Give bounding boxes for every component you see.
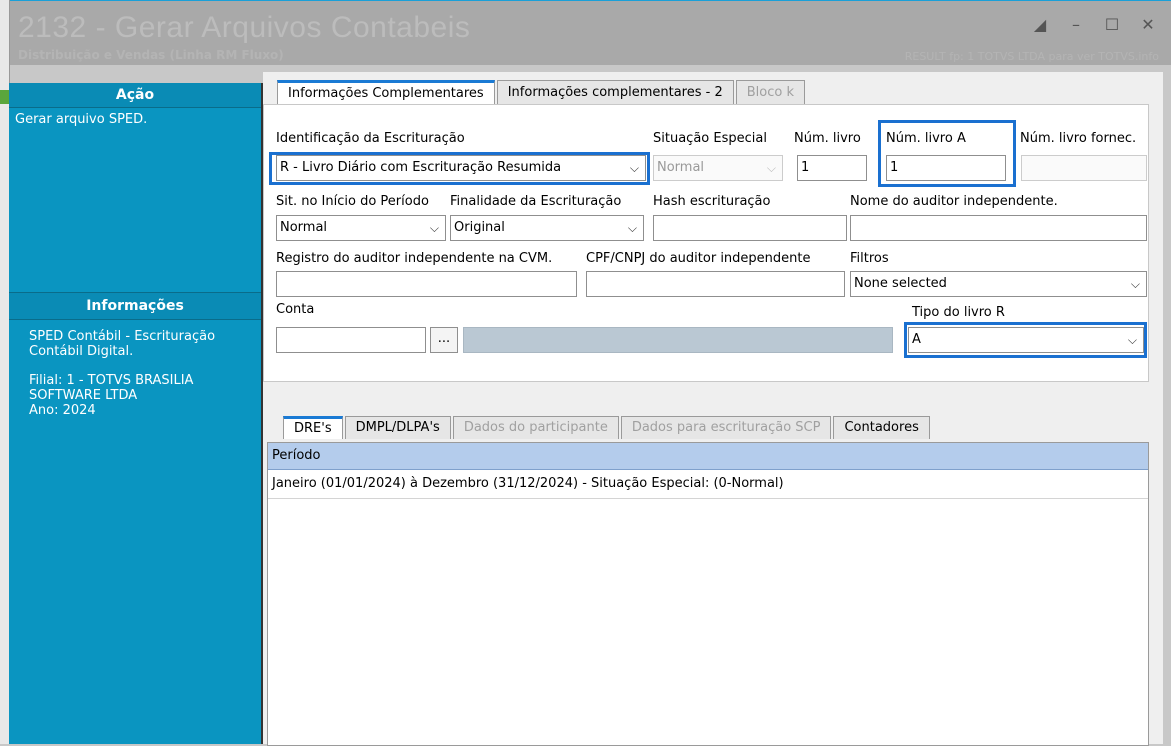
situacao-value: Normal [657, 160, 705, 175]
info-header: Informações [9, 292, 261, 320]
registro-cvm-input[interactable] [276, 271, 577, 297]
auditor-nome-label: Nome do auditor independente. [850, 194, 1058, 209]
tab-dados-participante[interactable]: Dados do participante [452, 416, 619, 439]
highlight-tipo-livro [904, 322, 1147, 358]
conta-lookup-button[interactable]: ... [430, 327, 458, 353]
info-body: SPED Contábil - Escrituração Contábil Di… [29, 329, 259, 432]
finalidade-value: Original [454, 220, 505, 235]
window-title: 2132 - Gerar Arquivos Contabeis [18, 11, 471, 44]
window-subtitle-right: RESULT fp: 1 TOTVS LTDA para ver TOTVS.i… [904, 50, 1159, 63]
num-livro-fornec-label: Núm. livro fornec. [1020, 131, 1137, 146]
table-row[interactable]: Janeiro (01/01/2024) à Dezembro (31/12/2… [268, 470, 1148, 499]
minimize-icon[interactable]: – [1067, 15, 1085, 34]
sit-inicio-label: Sit. no Início do Período [276, 194, 429, 209]
window-subtitle: Distribuição e Vendas (Linha RM Fluxo) [18, 48, 284, 62]
info-line: Filial: 1 - TOTVS BRASILIA SOFTWARE LTDA [29, 373, 194, 403]
maximize-icon[interactable]: ☐ [1103, 15, 1121, 34]
highlight-num-livro-a [878, 120, 1016, 187]
auditor-nome-input[interactable] [850, 215, 1147, 241]
info-line: SPED Contábil - Escrituração Contábil Di… [29, 329, 216, 359]
finalidade-select[interactable]: Original ⌵ [450, 215, 644, 241]
situacao-label: Situação Especial [653, 131, 767, 146]
finalidade-label: Finalidade da Escrituração [450, 194, 622, 209]
tab-informacoes-complementares-2[interactable]: Informações complementares - 2 [496, 80, 734, 105]
chevron-down-icon: ⌵ [1130, 277, 1140, 291]
acao-header: Ação [9, 83, 261, 108]
hash-input[interactable] [653, 215, 847, 241]
conta-description-field [463, 327, 893, 353]
periodo-grid: Período Janeiro (01/01/2024) à Dezembro … [267, 442, 1149, 746]
hash-label: Hash escrituração [653, 194, 771, 209]
acao-text: Gerar arquivo SPED. [15, 112, 148, 127]
sit-inicio-select[interactable]: Normal ⌵ [276, 215, 446, 241]
form-panel: Identificação da Escrituração R - Livro … [263, 104, 1149, 382]
identificacao-label: Identificação da Escrituração [276, 131, 465, 146]
registro-cvm-label: Registro do auditor independente na CVM. [276, 251, 553, 266]
info-line: Ano: 2024 [29, 403, 96, 418]
tab-bloco-k[interactable]: Bloco k [735, 80, 805, 105]
num-livro-input[interactable]: 1 [797, 155, 867, 181]
close-icon[interactable]: ✕ [1139, 15, 1157, 34]
sidebar: Ação Gerar arquivo SPED. Informações SPE… [9, 83, 264, 744]
tab-dmpl-dlpa[interactable]: DMPL/DLPA's [344, 416, 451, 439]
background-indicator [0, 90, 9, 104]
tab-contadores[interactable]: Contadores [833, 416, 930, 439]
tipo-livro-label: Tipo do livro R [912, 305, 1005, 320]
cpf-cnpj-label: CPF/CNPJ do auditor independente [586, 251, 811, 266]
tab-dres[interactable]: DRE's [283, 416, 343, 439]
lower-tabs: DRE's DMPL/DLPA's Dados do participante … [283, 416, 932, 439]
highlight-identificacao [269, 152, 650, 185]
chevron-down-icon: ⌵ [627, 221, 637, 235]
situacao-select[interactable]: Normal ⌵ [653, 155, 783, 181]
tab-dados-escrituracao-scp[interactable]: Dados para escrituração SCP [620, 416, 832, 439]
cpf-cnpj-input[interactable] [586, 271, 845, 297]
filtros-label: Filtros [850, 251, 889, 266]
main-area: Informações Complementares Informações c… [263, 72, 1163, 746]
num-livro-fornec-input[interactable] [1021, 155, 1147, 181]
chevron-down-icon: ⌵ [766, 161, 776, 175]
conta-input[interactable] [276, 327, 426, 353]
tab-informacoes-complementares[interactable]: Informações Complementares [277, 80, 495, 105]
sit-inicio-value: Normal [280, 220, 328, 235]
conta-label: Conta [276, 302, 315, 317]
grid-header-periodo[interactable]: Período [268, 443, 1148, 470]
window-controls: ◢ – ☐ ✕ [1031, 15, 1157, 34]
filtros-select[interactable]: None selected ⌵ [850, 271, 1147, 297]
restore-alt-icon[interactable]: ◢ [1031, 15, 1049, 34]
num-livro-label: Núm. livro [794, 131, 861, 146]
top-tabs: Informações Complementares Informações c… [277, 80, 807, 105]
chevron-down-icon: ⌵ [429, 221, 439, 235]
filtros-value: None selected [854, 276, 947, 291]
title-bar: 2132 - Gerar Arquivos Contabeis Distribu… [0, 0, 1171, 65]
